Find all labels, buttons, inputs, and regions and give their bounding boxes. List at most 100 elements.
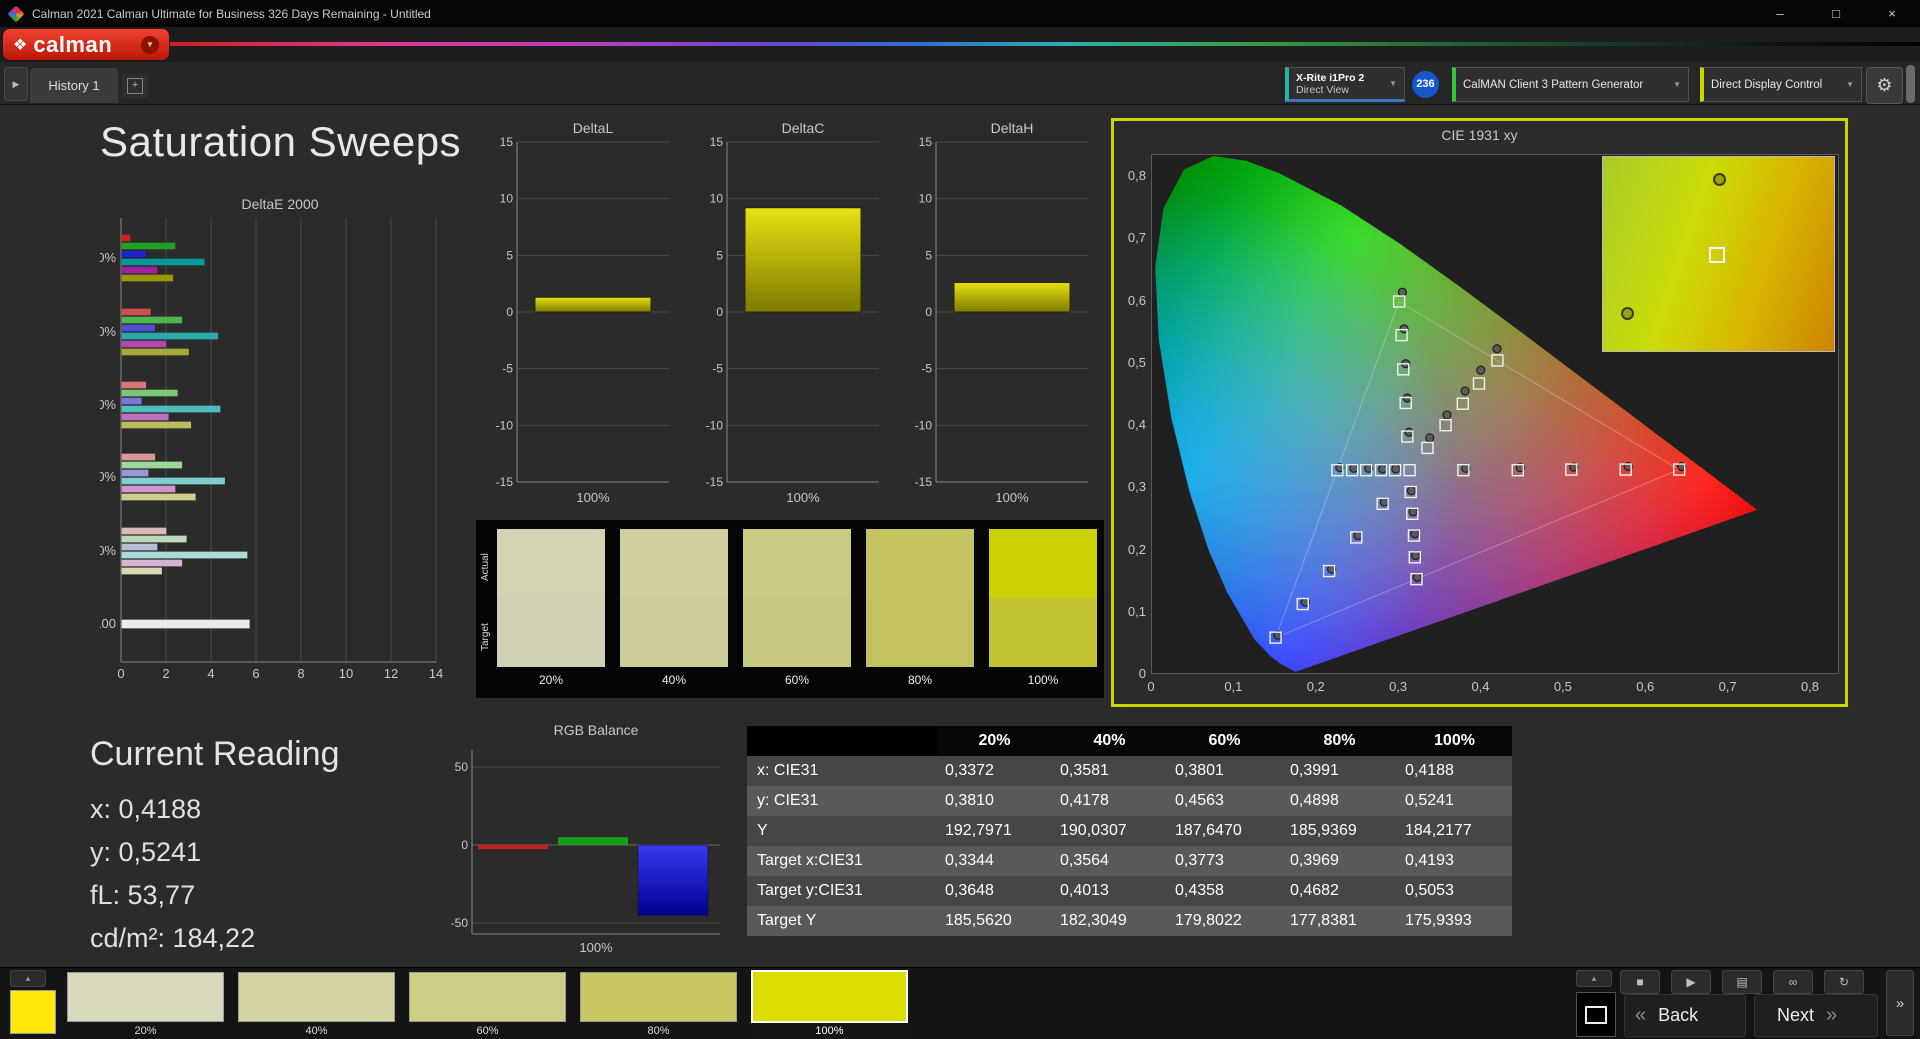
actual-target-compare-strip: Actual Target 20% 40% 60% 80% 100% — [476, 520, 1104, 698]
play-button[interactable]: ▶ — [1671, 970, 1711, 994]
svg-text:100%: 100% — [100, 250, 116, 265]
deltal-chart: DeltaL 15 10 5 0 -5 -10 -15 100% — [487, 118, 677, 518]
meter-dropdown[interactable]: X-Rite i1Pro 2 Direct View ▼ — [1285, 67, 1405, 102]
chevron-down-icon: ▼ — [1673, 80, 1681, 89]
svg-text:-5: -5 — [502, 362, 513, 376]
svg-text:0: 0 — [506, 305, 513, 319]
chevron-down-icon: ▼ — [1389, 79, 1397, 88]
collapse-right-button[interactable]: ▴ — [1576, 970, 1612, 987]
deltac-chart-plot: 15 10 5 0 -5 -10 -15 — [706, 135, 879, 489]
app-icon — [7, 5, 25, 22]
rgb-balance-plot: 50 0 -50 — [451, 750, 720, 935]
svg-text:5: 5 — [716, 248, 723, 262]
svg-text:0: 0 — [461, 838, 468, 852]
svg-text:10: 10 — [500, 192, 514, 206]
logo-menu-arrow-icon[interactable]: ▼ — [141, 35, 159, 54]
tab-history-1[interactable]: History 1 — [30, 68, 118, 103]
svg-text:-15: -15 — [706, 475, 724, 489]
bottom-bar: ▴ 20% 40% 60% 80% 100% ▴ ■ ▶ ▤ ∞ ↻ « Back Ne… — [0, 967, 1920, 1039]
back-label: Back — [1658, 1005, 1699, 1025]
deltae-chart-plot: 0 2 4 6 8 10 12 14 100% 80% 60% 40% 20% 100 — [100, 218, 443, 681]
svg-text:6: 6 — [252, 666, 259, 681]
plus-icon: + — [127, 78, 143, 94]
refresh-button[interactable]: ↻ — [1824, 970, 1864, 994]
back-button[interactable]: « Back — [1624, 994, 1746, 1037]
double-chevron-right-icon: » — [1895, 994, 1905, 1012]
deltah-chart-plot: 15 10 5 0 -5 -10 -15 — [915, 135, 1088, 489]
pattern-level-40%[interactable]: 40% — [238, 972, 395, 1037]
chevron-down-icon: ▼ — [1846, 80, 1854, 89]
next-button[interactable]: Next » — [1754, 994, 1878, 1037]
pattern-level-60%[interactable]: 60% — [409, 972, 566, 1037]
layout-expander-button[interactable]: ▶ — [4, 67, 28, 101]
reading-cdm2: cd/m²: 184,22 — [90, 923, 256, 953]
svg-text:10: 10 — [339, 666, 353, 681]
collapse-left-button[interactable]: ▴ — [10, 970, 46, 987]
table-header-row: 20% 40% 60% 80% 100% — [747, 726, 1512, 756]
svg-text:10: 10 — [919, 192, 933, 206]
deltah-chart-title: DeltaH — [990, 120, 1034, 136]
maximize-button[interactable]: □ — [1808, 0, 1864, 27]
page-title: Saturation Sweeps — [100, 118, 462, 165]
cie-chart-title: CIE 1931 xy — [1441, 127, 1518, 143]
rgb-balance-x-label: 100% — [579, 940, 613, 955]
svg-text:15: 15 — [919, 135, 933, 149]
deltac-chart: DeltaC 15 10 5 0 -5 -10 -15 100% — [697, 118, 887, 518]
table-row: Y 192,7971 190,0307 187,6470 185,9369 184,217… — [747, 816, 1512, 846]
svg-text:50: 50 — [455, 760, 469, 774]
pattern-level-80%[interactable]: 80% — [580, 972, 737, 1037]
minimize-button[interactable]: – — [1752, 0, 1808, 27]
refresh-icon: ↻ — [1838, 975, 1850, 989]
pattern-generator-dropdown[interactable]: CalMAN Client 3 Pattern Generator ▼ — [1452, 67, 1689, 102]
continuous-measure-button[interactable]: ∞ — [1773, 970, 1813, 994]
actual-row-label: Actual — [480, 553, 491, 581]
svg-text:100: 100 — [100, 616, 116, 631]
svg-text:0: 0 — [716, 305, 723, 319]
pattern-preview-swatch — [10, 990, 56, 1034]
close-button[interactable]: × — [1864, 0, 1920, 27]
settings-button[interactable]: ⚙ — [1866, 67, 1903, 104]
svg-text:0: 0 — [925, 305, 932, 319]
inset-measured-point — [1713, 173, 1726, 186]
svg-text:4: 4 — [207, 666, 214, 681]
svg-text:0: 0 — [117, 666, 124, 681]
stop-button[interactable]: ■ — [1620, 970, 1660, 994]
table-row: y: CIE31 0,3810 0,4178 0,4563 0,4898 0,5241 — [747, 786, 1512, 816]
calman-logo[interactable]: ❖ calman ▼ — [3, 29, 169, 60]
deltal-chart-title: DeltaL — [572, 120, 614, 136]
compare-swatch-40%: 40% — [620, 529, 728, 687]
logo-bar: ❖ calman ▼ — [0, 27, 1920, 62]
rainbow-divider — [170, 42, 1920, 46]
svg-text:-15: -15 — [915, 475, 933, 489]
display-control-dropdown[interactable]: Direct Display Control ▼ — [1700, 67, 1862, 102]
deltac-x-label: 100% — [786, 490, 820, 505]
save-button[interactable]: ▤ — [1722, 970, 1762, 994]
next-page-button[interactable]: » — [1886, 970, 1914, 1036]
inset-measured-point — [1621, 307, 1634, 320]
svg-text:40%: 40% — [100, 469, 116, 484]
pattern-window-button[interactable] — [1576, 992, 1616, 1037]
svg-text:8: 8 — [297, 666, 304, 681]
svg-text:5: 5 — [925, 248, 932, 262]
svg-text:-10: -10 — [496, 418, 514, 432]
reading-y: y: 0,5241 — [90, 837, 202, 867]
svg-text:-5: -5 — [712, 362, 723, 376]
next-label: Next — [1777, 1005, 1815, 1025]
svg-text:-15: -15 — [496, 475, 514, 489]
table-row: Target x:CIE31 0,3344 0,3564 0,3773 0,3969 0,… — [747, 846, 1512, 876]
table-row: x: CIE31 0,3372 0,3581 0,3801 0,3991 0,4188 — [747, 756, 1512, 786]
pattern-level-20%[interactable]: 20% — [67, 972, 224, 1037]
pattern-level-100%[interactable]: 100% — [751, 970, 908, 1039]
svg-text:5: 5 — [506, 248, 513, 262]
svg-text:-10: -10 — [915, 418, 933, 432]
side-panel-handle[interactable] — [1906, 65, 1915, 103]
new-tab-button[interactable]: + — [122, 74, 148, 98]
calman-logo-text: calman — [33, 31, 113, 57]
back-arrows-icon: « — [1635, 1004, 1647, 1026]
deltah-x-label: 100% — [995, 490, 1029, 505]
svg-text:14: 14 — [429, 666, 443, 681]
meter-count-badge[interactable]: 236 — [1412, 71, 1439, 98]
rgb-balance-chart: RGB Balance 50 0 -50 100% — [440, 722, 730, 967]
pattern-window-icon — [1585, 1005, 1607, 1024]
svg-text:-10: -10 — [706, 418, 724, 432]
